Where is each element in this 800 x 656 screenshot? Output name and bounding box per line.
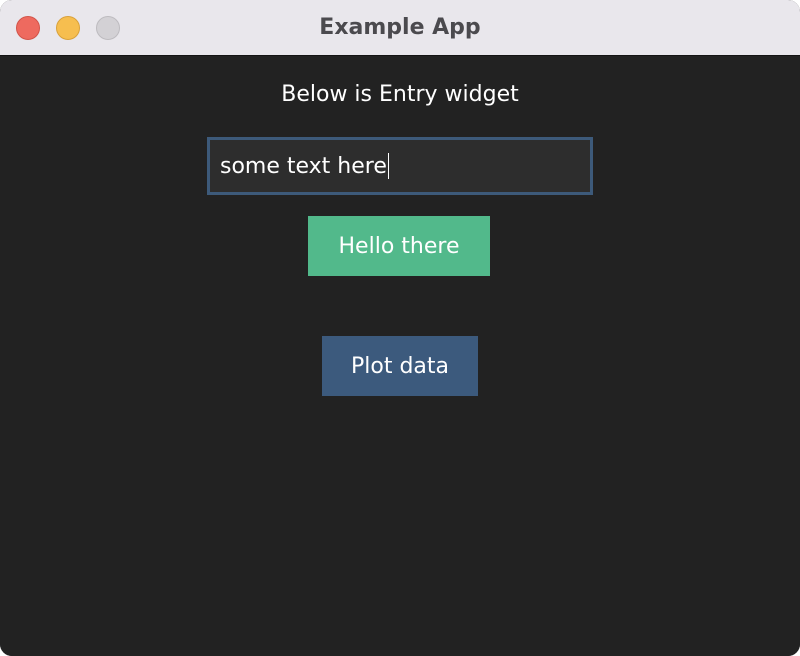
plot-data-button-label: Plot data <box>350 353 449 379</box>
hello-there-button[interactable]: Hello there <box>308 216 490 276</box>
window-title: Example App <box>319 15 481 40</box>
title-bar: Example App <box>0 0 800 56</box>
text-entry-field[interactable]: some text here <box>207 137 593 195</box>
app-window: Example App Below is Entry widget some t… <box>0 0 800 656</box>
text-caret <box>387 153 389 179</box>
hello-there-button-label: Hello there <box>338 233 460 259</box>
entry-label: Below is Entry widget <box>281 82 519 107</box>
main-content: Below is Entry widget some text here Hel… <box>0 56 800 656</box>
entry-value: some text here <box>220 153 387 179</box>
plot-data-button[interactable]: Plot data <box>322 336 478 396</box>
